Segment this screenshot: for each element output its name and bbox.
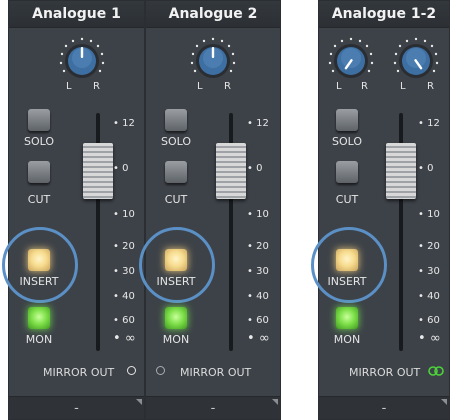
scale-mark-40: • 40 [113, 291, 135, 302]
scale-mark-30: • 30 [113, 266, 135, 277]
scale-mark-60: • 60 [247, 315, 269, 326]
solo-button[interactable] [28, 109, 50, 131]
fader-handle[interactable] [216, 143, 246, 199]
insert-button[interactable] [336, 249, 358, 271]
mon-button[interactable] [336, 307, 358, 329]
insert-button[interactable] [165, 249, 187, 271]
output-select[interactable]: - [146, 396, 280, 419]
fader-handle[interactable] [386, 143, 416, 199]
scale-mark-60: • 60 [418, 315, 440, 326]
output-select-value: - [381, 400, 387, 416]
corner-triangle-icon [136, 399, 142, 405]
solo-button[interactable] [165, 109, 187, 131]
pan-knob-icon[interactable] [188, 36, 238, 86]
scale-mark-20: • 20 [418, 241, 440, 252]
scale-mark-0: • 0 [418, 163, 434, 174]
insert-label: INSERT [156, 275, 196, 288]
scale-mark-infinity: • ∞ [418, 331, 441, 346]
scale-mark-20: • 20 [113, 241, 135, 252]
channel-title: Analogue 2 [146, 1, 280, 28]
channel-strip-analogue-1-2: Analogue 1-2 L R L R SOLO CUT INSERT MON… [311, 0, 450, 420]
scale-mark-10: • 10 [418, 209, 440, 220]
insert-label: INSERT [327, 275, 367, 288]
output-select[interactable]: - [319, 396, 449, 419]
channel-strip-analogue-2: Analogue 2 L R SOLO CUT INSERT MON • 12 [139, 0, 281, 420]
pan-right-label: R [361, 81, 368, 92]
cut-label: CUT [164, 193, 188, 206]
output-select-value: - [210, 400, 216, 416]
mon-label: MON [25, 333, 53, 346]
pan-right-label: R [93, 81, 100, 92]
insert-label: INSERT [19, 275, 59, 288]
scale-mark-10: • 10 [113, 209, 135, 220]
mirror-out-toggle-icon[interactable] [127, 366, 136, 375]
mirror-out-label: MIRROR OUT [349, 366, 421, 379]
link-rings-icon[interactable] [427, 366, 445, 376]
mon-button[interactable] [28, 307, 50, 329]
solo-button[interactable] [336, 109, 358, 131]
scale-mark-40: • 40 [418, 291, 440, 302]
scale-mark-0: • 0 [113, 163, 129, 174]
mirror-out-label: MIRROR OUT [180, 366, 252, 379]
corner-triangle-icon [441, 399, 447, 405]
mirror-out-label: MIRROR OUT [43, 366, 115, 379]
scale-mark-12: • 12 [113, 118, 135, 129]
pan-knob-left-icon[interactable] [326, 36, 376, 86]
cut-button[interactable] [336, 161, 358, 183]
output-select-value: - [74, 400, 79, 416]
pan-left-label: L [66, 81, 72, 92]
mon-label: MON [162, 333, 190, 346]
mixer-screenshot: Analogue 1 L R SOLO CUT INSERT MON • 12 [0, 0, 455, 420]
scale-mark-30: • 30 [418, 266, 440, 277]
pan-knob-right-icon[interactable] [391, 36, 441, 86]
solo-label: SOLO [331, 135, 363, 148]
scale-mark-30: • 30 [247, 266, 269, 277]
corner-triangle-icon [272, 399, 278, 405]
scale-mark-12: • 12 [418, 118, 440, 129]
solo-label: SOLO [23, 135, 55, 148]
mon-label: MON [333, 333, 361, 346]
solo-label: SOLO [160, 135, 192, 148]
scale-mark-40: • 40 [247, 291, 269, 302]
pan-knob-icon[interactable] [57, 36, 107, 86]
mirror-out-toggle-icon[interactable] [156, 366, 165, 375]
cut-label: CUT [335, 193, 359, 206]
pan-left-label: L [197, 81, 203, 92]
insert-button[interactable] [28, 249, 50, 271]
scale-mark-12: • 12 [247, 118, 269, 129]
scale-mark-60: • 60 [113, 315, 135, 326]
mon-button[interactable] [165, 307, 187, 329]
scale-mark-20: • 20 [247, 241, 269, 252]
output-select[interactable]: - [9, 396, 144, 419]
channel-title: Analogue 1 [9, 1, 144, 28]
scale-mark-0: • 0 [247, 163, 263, 174]
cut-button[interactable] [165, 161, 187, 183]
scale-mark-infinity: • ∞ [247, 331, 270, 346]
pan-right-label: R [224, 81, 231, 92]
pan-left-label: L [400, 81, 406, 92]
scale-mark-infinity: • ∞ [113, 331, 136, 346]
cut-label: CUT [27, 193, 51, 206]
pan-left-label: L [336, 81, 342, 92]
channel-title: Analogue 1-2 [319, 1, 449, 28]
fader-handle[interactable] [83, 143, 113, 199]
channel-strip-analogue-1: Analogue 1 L R SOLO CUT INSERT MON • 12 [2, 0, 145, 420]
cut-button[interactable] [28, 161, 50, 183]
scale-mark-10: • 10 [247, 209, 269, 220]
pan-right-label: R [427, 81, 434, 92]
